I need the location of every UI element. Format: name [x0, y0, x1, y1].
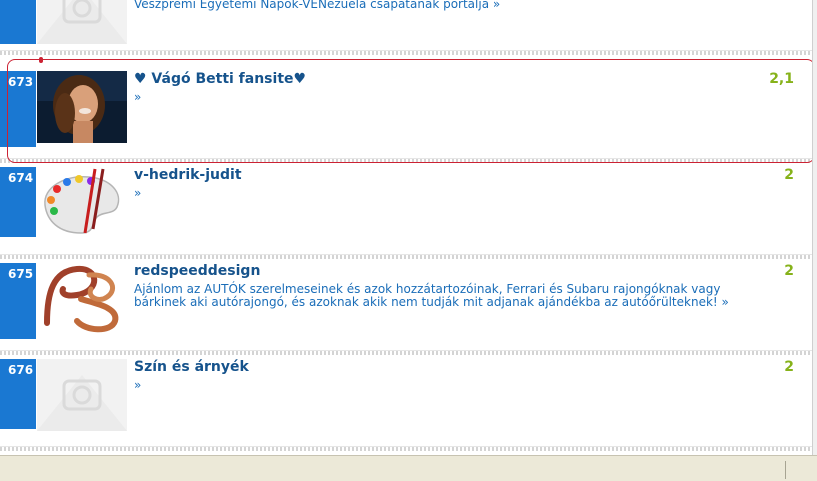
rank-badge: 673	[0, 71, 36, 147]
row-separator	[0, 446, 812, 451]
list-item: 675 redspeeddesign Ajánlom az AUTÓK szer…	[0, 263, 812, 359]
item-title[interactable]: Szín és árnyék	[134, 359, 249, 375]
site-thumbnail-photo[interactable]	[37, 71, 127, 143]
item-title[interactable]: redspeeddesign	[134, 263, 260, 279]
cursor-marker	[39, 57, 43, 63]
item-score: 2	[784, 167, 794, 183]
placeholder-image-icon[interactable]	[37, 0, 127, 44]
rank-badge	[0, 0, 36, 44]
list-item: 676 Szín és árnyék » 2	[0, 359, 812, 455]
paint-palette-icon[interactable]	[37, 167, 127, 239]
logo-monogram-icon[interactable]	[37, 263, 127, 335]
row-separator	[0, 350, 812, 355]
status-bar-panel	[785, 461, 816, 479]
item-score: 2	[784, 359, 794, 375]
item-title[interactable]: v-hedrik-judit	[134, 167, 242, 183]
rank-badge: 676	[0, 359, 36, 429]
list-item: 673 ♥ Vágó Betti fansite♥ » 2,1	[0, 71, 812, 167]
item-description[interactable]: »	[134, 187, 754, 200]
rank-badge: 674	[0, 167, 36, 237]
item-description[interactable]: Veszprémi Egyetemi Napok-VENezuela csapa…	[134, 0, 754, 11]
item-score: 2	[784, 263, 794, 279]
item-description[interactable]: Ajánlom az AUTÓK szerelmeseinek és azok …	[134, 283, 754, 309]
row-separator	[0, 50, 812, 55]
window-edge-scrollbar[interactable]	[812, 0, 817, 455]
item-title[interactable]: ♥ Vágó Betti fansite♥	[134, 71, 306, 87]
list-item: 674 v-hedrik-judit » 2	[0, 167, 812, 263]
rank-badge: 675	[0, 263, 36, 339]
item-description[interactable]: »	[134, 91, 754, 104]
browser-status-bar	[0, 455, 817, 481]
list-item: Veszprémi Egyetemi Napok-VENezuela csapa…	[0, 0, 812, 54]
item-score: 2,1	[769, 71, 794, 87]
placeholder-image-icon[interactable]	[37, 359, 127, 431]
row-separator	[0, 158, 812, 163]
item-description[interactable]: »	[134, 379, 754, 392]
row-separator	[0, 254, 812, 259]
